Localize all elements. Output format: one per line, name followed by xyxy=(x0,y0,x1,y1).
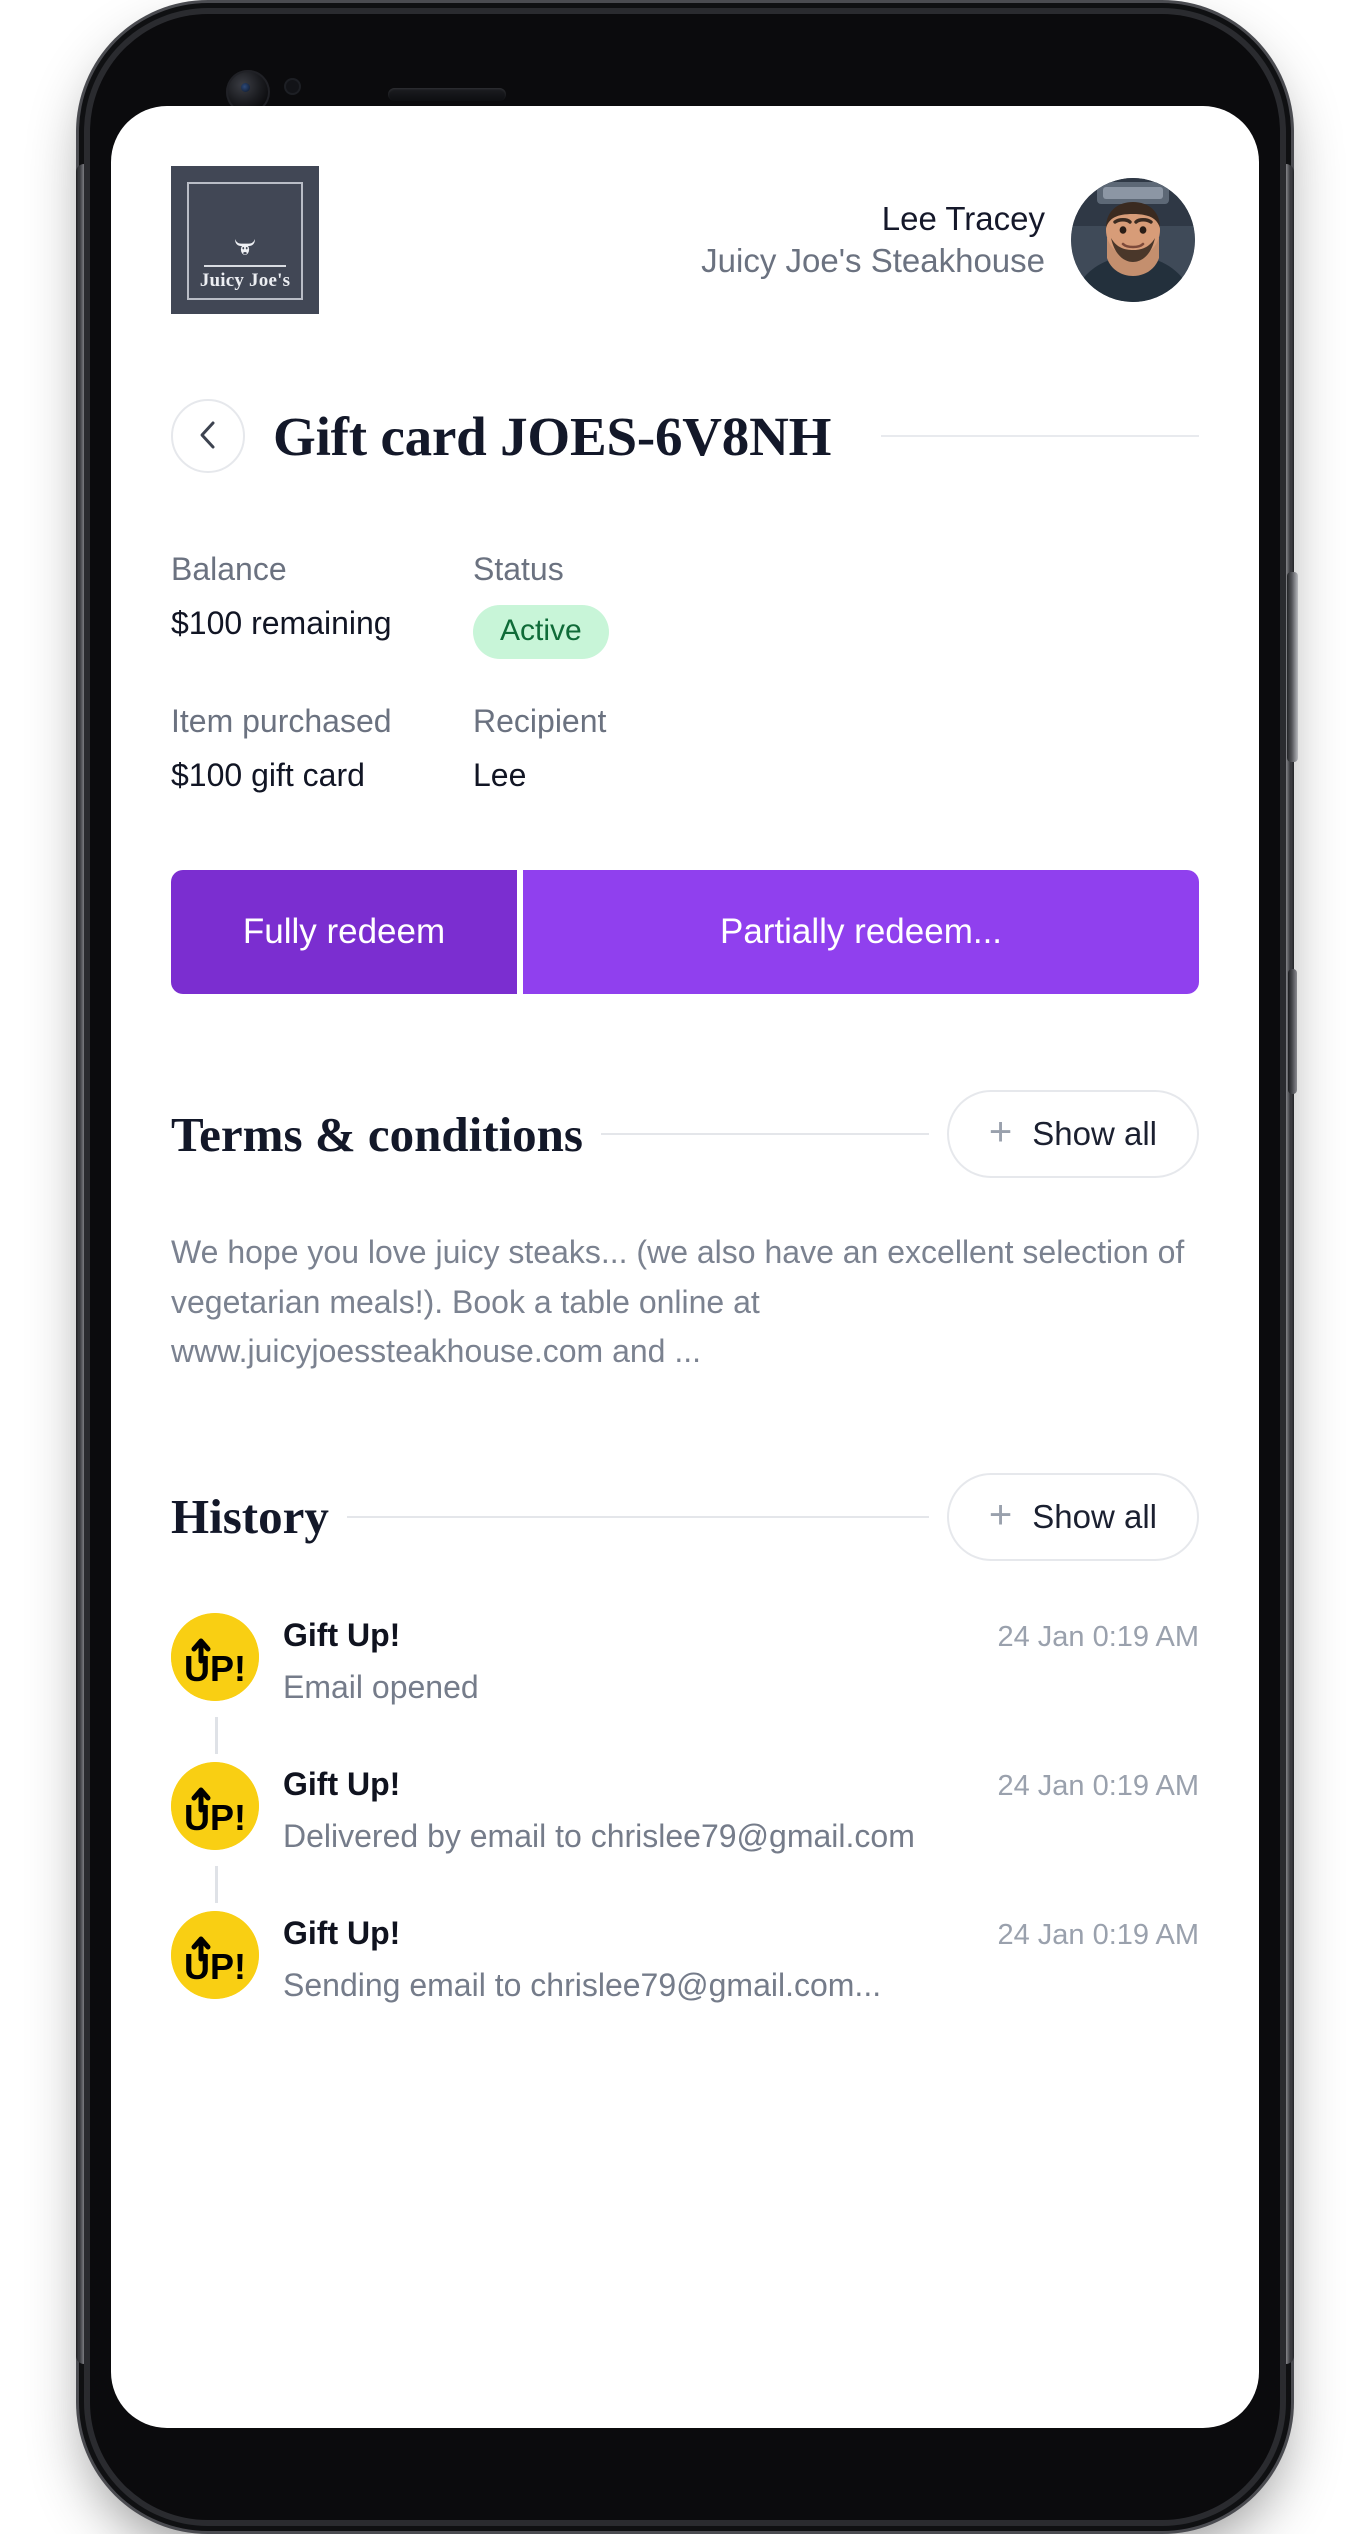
detail-value: Lee xyxy=(473,757,527,793)
terms-show-all-label: Show all xyxy=(1032,1115,1157,1152)
detail-label: Status xyxy=(473,551,564,587)
page-title: Gift card JOES-6V8NH xyxy=(273,405,832,467)
detail-label: Balance xyxy=(171,551,287,587)
phone-left-rail xyxy=(76,164,84,2364)
list-item-top: Gift Up! 24 Jan 0:19 AM xyxy=(283,1766,1199,1803)
fully-redeem-button[interactable]: Fully redeem xyxy=(171,870,517,994)
gift-up-logo-icon: UP! xyxy=(171,1761,259,1850)
merchant-logo-inner-border: Juicy Joe's xyxy=(187,182,303,300)
list-item-top: Gift Up! 24 Jan 0:19 AM xyxy=(283,1617,1199,1654)
phone-screen: Juicy Joe's Lee Tracey Juicy Joe's Steak… xyxy=(111,106,1259,2428)
svg-text:UP!: UP! xyxy=(184,1946,246,1987)
avatar[interactable] xyxy=(1071,178,1195,302)
history-title: History xyxy=(171,1489,329,1545)
detail-label: Item purchased xyxy=(171,703,392,739)
svg-text:UP!: UP! xyxy=(184,1648,246,1689)
gift-card-details: Balance $100 remaining Status Active Ite… xyxy=(171,551,1199,794)
list-item: UP! Gift Up! 24 Jan 0:19 AM Email opened xyxy=(171,1612,1199,1762)
history-timeline: UP! Gift Up! 24 Jan 0:19 AM Email opened xyxy=(171,1612,1199,2004)
history-show-all-button[interactable]: + Show all xyxy=(946,1472,1199,1561)
user-identity-block[interactable]: Lee Tracey Juicy Joe's Steakhouse xyxy=(319,178,1199,302)
terms-body-text: We hope you love juicy steaks... (we als… xyxy=(171,1234,1185,1370)
history-timestamp: 24 Jan 0:19 AM xyxy=(997,1769,1199,1802)
history-description: Sending email to chrislee79@gmail.com... xyxy=(283,1966,882,2003)
history-source: Gift Up! xyxy=(283,1616,401,1653)
list-item: UP! Gift Up! 24 Jan 0:19 AM Sending emai… xyxy=(171,1910,1199,2004)
detail-label: Recipient xyxy=(473,703,607,739)
svg-text:UP!: UP! xyxy=(184,1797,246,1838)
app-content: Juicy Joe's Lee Tracey Juicy Joe's Steak… xyxy=(111,106,1259,2004)
proximity-sensor-icon xyxy=(284,78,301,95)
detail-item-purchased: Item purchased $100 gift card xyxy=(171,703,473,794)
gift-up-logo-icon: UP! xyxy=(171,1910,259,1999)
plus-icon: + xyxy=(988,1110,1013,1154)
back-button[interactable] xyxy=(171,399,245,473)
plus-icon: + xyxy=(988,1492,1013,1537)
history-section-header: History + Show all xyxy=(171,1472,1199,1561)
list-item-top: Gift Up! 24 Jan 0:19 AM xyxy=(283,1915,1199,1952)
history-description: Email opened xyxy=(283,1668,479,1705)
power-button[interactable] xyxy=(1287,572,1298,762)
phone-device-frame: Juicy Joe's Lee Tracey Juicy Joe's Steak… xyxy=(76,14,1298,2520)
terms-divider xyxy=(601,1133,929,1135)
title-divider xyxy=(881,435,1199,437)
page-title-row: Gift card JOES-6V8NH xyxy=(171,399,1199,473)
app-header: Juicy Joe's Lee Tracey Juicy Joe's Steak… xyxy=(171,106,1199,324)
gift-up-logo-icon: UP! xyxy=(171,1612,259,1701)
history-show-all-label: Show all xyxy=(1032,1497,1157,1535)
detail-balance: Balance $100 remaining xyxy=(171,551,473,659)
list-item-body: Gift Up! 24 Jan 0:19 AM Sending email to… xyxy=(283,1911,1199,2004)
merchant-logo: Juicy Joe's xyxy=(171,166,319,314)
chevron-left-icon xyxy=(195,420,221,453)
detail-value: $100 remaining xyxy=(171,605,392,641)
history-source: Gift Up! xyxy=(283,1914,401,1951)
detail-value: $100 gift card xyxy=(171,757,365,793)
merchant-logo-divider xyxy=(203,265,287,267)
terms-title: Terms & conditions xyxy=(171,1106,584,1162)
terms-section-header: Terms & conditions + Show all xyxy=(171,1090,1199,1178)
volume-button[interactable] xyxy=(1288,969,1297,1094)
list-item-body: Gift Up! 24 Jan 0:19 AM Email opened xyxy=(283,1613,1199,1706)
list-item: UP! Gift Up! 24 Jan 0:19 AM Delivered by… xyxy=(171,1761,1199,1911)
terms-show-all-button[interactable]: + Show all xyxy=(946,1090,1199,1178)
history-divider xyxy=(346,1515,929,1518)
redeem-actions: Fully redeem Partially redeem... xyxy=(171,870,1199,994)
user-name: Lee Tracey xyxy=(881,199,1045,237)
history-source: Gift Up! xyxy=(283,1765,401,1802)
user-text: Lee Tracey Juicy Joe's Steakhouse xyxy=(701,198,1045,282)
history-timestamp: 24 Jan 0:19 AM xyxy=(997,1918,1199,1951)
bull-head-icon xyxy=(232,237,258,263)
detail-status: Status Active xyxy=(473,551,1199,659)
partially-redeem-button[interactable]: Partially redeem... xyxy=(523,870,1199,994)
screenshot-stage: Juicy Joe's Lee Tracey Juicy Joe's Steak… xyxy=(0,0,1370,2534)
detail-recipient: Recipient Lee xyxy=(473,703,1199,794)
list-item-body: Gift Up! 24 Jan 0:19 AM Delivered by ema… xyxy=(283,1762,1199,1855)
status-badge: Active xyxy=(473,605,609,659)
earpiece-speaker xyxy=(388,88,506,101)
merchant-logo-text: Juicy Joe's xyxy=(199,270,291,291)
history-timestamp: 24 Jan 0:19 AM xyxy=(997,1620,1199,1653)
history-description: Delivered by email to chrislee79@gmail.c… xyxy=(283,1817,915,1854)
merchant-name: Juicy Joe's Steakhouse xyxy=(701,242,1045,279)
phone-right-rail xyxy=(1286,164,1294,2364)
